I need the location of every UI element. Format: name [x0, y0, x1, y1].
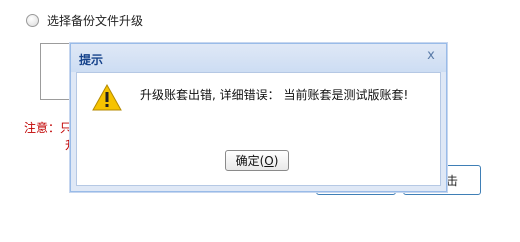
- ok-button[interactable]: 确定(O): [225, 150, 289, 171]
- background-button-2-label: 击: [445, 174, 458, 188]
- ok-button-accelerator: O: [264, 154, 274, 168]
- note-text-line1: 注意：只: [24, 121, 73, 135]
- ok-button-label-suffix: ): [273, 154, 279, 168]
- ok-button-label-prefix: 确定(: [235, 154, 265, 168]
- dialog-title: 提示: [79, 53, 104, 67]
- backup-file-radio-label: 选择备份文件升级: [47, 14, 144, 28]
- dialog-message: 升级账套出错, 详细错误： 当前账套是测试版账套!: [140, 88, 409, 102]
- dialog-header[interactable]: 提示 x: [71, 44, 446, 72]
- warning-icon: [92, 84, 122, 111]
- backup-file-radio[interactable]: [26, 14, 39, 27]
- alert-dialog: 提示 x 升级账套出错, 详细错误： 当前账套是测试版账套! 确定(O): [70, 43, 447, 192]
- close-icon[interactable]: x: [424, 49, 438, 63]
- dialog-body: 升级账套出错, 详细错误： 当前账套是测试版账套! 确定(O): [76, 72, 441, 186]
